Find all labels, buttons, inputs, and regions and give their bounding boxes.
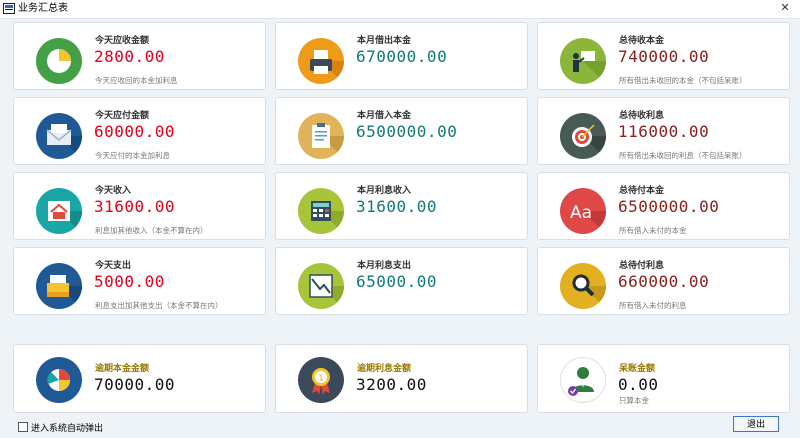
card-overdue-interest: 1 逾期利息金额 3200.00 bbox=[275, 344, 528, 413]
card-label: 本月借入本金 bbox=[357, 111, 412, 121]
card-desc: 所有借入未付的本金 bbox=[619, 226, 687, 235]
card-value: 2800.00 bbox=[94, 47, 165, 66]
card-label: 逾期利息金额 bbox=[357, 364, 412, 374]
line-chart-icon bbox=[298, 263, 344, 309]
magnifier-icon bbox=[560, 263, 606, 309]
card-value: 116000.00 bbox=[618, 122, 710, 141]
envelope-icon bbox=[36, 113, 82, 159]
cash-register-icon bbox=[36, 263, 82, 309]
card-label: 总待收本金 bbox=[619, 36, 665, 46]
app-icon bbox=[3, 3, 15, 14]
card-value: 660000.00 bbox=[618, 272, 710, 291]
card-desc: 利息加其他收入（本金不算在内） bbox=[95, 226, 208, 235]
card-today-payable: 今天应付金额 60000.00 今天应付的本金加利息 bbox=[13, 97, 266, 165]
card-value: 5000.00 bbox=[94, 272, 165, 291]
card-value: 3200.00 bbox=[356, 375, 427, 394]
card-label: 总待付利息 bbox=[619, 261, 665, 271]
card-desc: 今天应付的本金加利息 bbox=[95, 151, 170, 160]
card-desc: 所有借出未收回的利息（不包括呆账） bbox=[619, 151, 747, 160]
card-value: 6500000.00 bbox=[618, 197, 720, 216]
card-today-expense: 今天支出 5000.00 利息支出加其他支出（本金不算在内） bbox=[13, 247, 266, 315]
svg-text:Aa: Aa bbox=[570, 203, 592, 223]
card-total-principal-receivable: 总待收本金 740000.00 所有借出未收回的本金（不包括呆账） bbox=[537, 22, 790, 90]
presentation-icon bbox=[560, 38, 606, 84]
card-label: 今天应收金额 bbox=[95, 36, 150, 46]
card-desc: 利息支出加其他支出（本金不算在内） bbox=[95, 301, 223, 310]
calculator-icon bbox=[298, 188, 344, 234]
card-value: 60000.00 bbox=[94, 122, 176, 141]
card-label: 本月借出本金 bbox=[357, 36, 412, 46]
card-month-interest-expense: 本月利息支出 65000.00 bbox=[275, 247, 528, 315]
card-total-interest-payable: 总待付利息 660000.00 所有借入未付的利息 bbox=[537, 247, 790, 315]
auto-popup-checkbox[interactable]: 进入系统自动弹出 bbox=[18, 421, 103, 434]
card-label: 今天应付金额 bbox=[95, 111, 150, 121]
card-label: 总待付本金 bbox=[619, 186, 665, 196]
card-desc: 今天应收回的本金加利息 bbox=[95, 76, 178, 85]
checkbox-box[interactable] bbox=[18, 422, 28, 432]
printer-icon bbox=[298, 38, 344, 84]
user-check-icon bbox=[560, 357, 606, 403]
card-today-receivable: 今天应收金额 2800.00 今天应收回的本金加利息 bbox=[13, 22, 266, 90]
card-month-lent-principal: 本月借出本金 670000.00 bbox=[275, 22, 528, 90]
card-value: 0.00 bbox=[618, 375, 659, 394]
card-month-borrowed-principal: 本月借入本金 6500000.00 bbox=[275, 97, 528, 165]
card-value: 70000.00 bbox=[94, 375, 176, 394]
house-icon bbox=[36, 188, 82, 234]
card-label: 本月利息支出 bbox=[357, 261, 412, 271]
checkbox-label: 进入系统自动弹出 bbox=[31, 424, 104, 434]
clipboard-icon bbox=[298, 113, 344, 159]
medal-icon: 1 bbox=[298, 357, 344, 403]
card-label: 本月利息收入 bbox=[357, 186, 412, 196]
card-value: 6500000.00 bbox=[356, 122, 458, 141]
window-title: 业务汇总表 bbox=[18, 3, 68, 14]
card-desc: 所有借入未付的利息 bbox=[619, 301, 687, 310]
exit-button[interactable]: 退出 bbox=[733, 416, 779, 432]
card-overdue-principal: 逾期本金金额 70000.00 bbox=[13, 344, 266, 413]
close-button[interactable]: ✕ bbox=[778, 1, 792, 15]
card-value: 670000.00 bbox=[356, 47, 448, 66]
card-label: 今天收入 bbox=[95, 186, 132, 196]
font-icon: Aa bbox=[560, 188, 606, 234]
card-value: 31600.00 bbox=[94, 197, 176, 216]
title-bar: 业务汇总表 ✕ bbox=[0, 0, 800, 19]
card-value: 740000.00 bbox=[618, 47, 710, 66]
card-total-principal-payable: Aa 总待付本金 6500000.00 所有借入未付的本金 bbox=[537, 172, 790, 240]
card-desc: 所有借出未收回的本金（不包括呆账） bbox=[619, 76, 747, 85]
target-icon bbox=[560, 113, 606, 159]
card-total-interest-receivable: 总待收利息 116000.00 所有借出未收回的利息（不包括呆账） bbox=[537, 97, 790, 165]
card-label: 逾期本金金额 bbox=[95, 364, 150, 374]
card-label: 呆账金额 bbox=[619, 364, 656, 374]
svg-text:1: 1 bbox=[319, 374, 324, 383]
card-bad-debt: 呆账金额 0.00 只算本金 bbox=[537, 344, 790, 413]
card-month-interest-income: 本月利息收入 31600.00 bbox=[275, 172, 528, 240]
card-label: 今天支出 bbox=[95, 261, 132, 271]
card-desc: 只算本金 bbox=[619, 396, 649, 405]
card-value: 31600.00 bbox=[356, 197, 438, 216]
card-today-income: 今天收入 31600.00 利息加其他收入（本金不算在内） bbox=[13, 172, 266, 240]
card-value: 65000.00 bbox=[356, 272, 438, 291]
pie-chart-icon bbox=[36, 38, 82, 84]
card-label: 总待收利息 bbox=[619, 111, 665, 121]
pie-slices-icon bbox=[36, 357, 82, 403]
